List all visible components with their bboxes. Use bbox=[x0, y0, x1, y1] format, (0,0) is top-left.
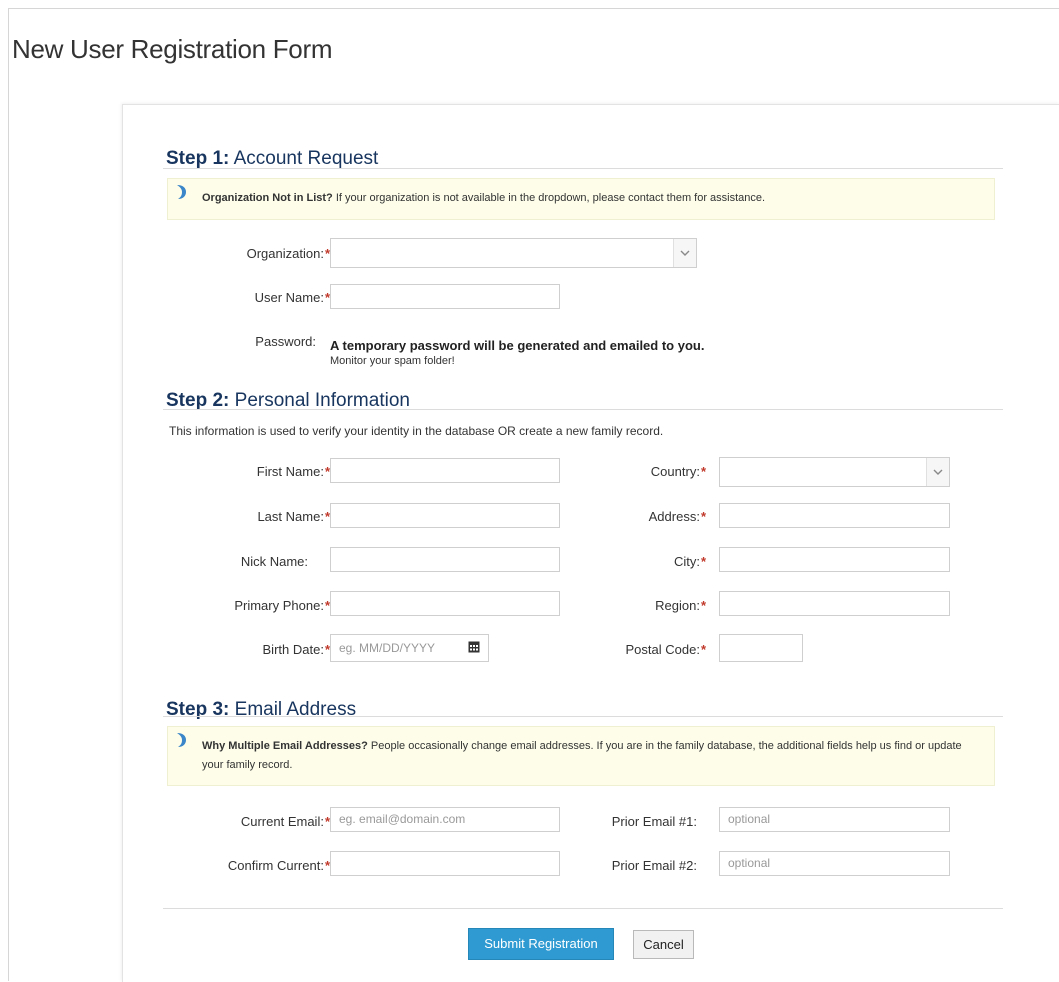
organization-label: Organization:* bbox=[246, 246, 330, 261]
step2-divider bbox=[163, 409, 1003, 410]
step1-heading: Step 1: Account Request bbox=[166, 148, 378, 170]
city-label: City:* bbox=[673, 554, 706, 569]
step1-number: Step 1: bbox=[166, 148, 230, 169]
last-name-label: Last Name:* bbox=[257, 509, 330, 524]
organization-notice-bold: Organization Not in List? bbox=[202, 192, 333, 204]
step3-divider bbox=[163, 716, 1003, 717]
primary-phone-input[interactable] bbox=[330, 591, 560, 616]
city-input[interactable] bbox=[719, 547, 950, 572]
chevron-down-icon bbox=[680, 250, 690, 256]
prior-email2-label: Prior Email #2: bbox=[611, 858, 697, 873]
country-label: Country:* bbox=[650, 464, 706, 479]
submit-registration-button[interactable]: Submit Registration bbox=[468, 928, 614, 960]
info-icon bbox=[177, 185, 186, 199]
current-email-label: Current Email:* bbox=[240, 814, 330, 829]
confirm-current-label: Confirm Current:* bbox=[227, 858, 330, 873]
calendar-icon[interactable] bbox=[468, 640, 480, 653]
password-spam-note: Monitor your spam folder! bbox=[330, 355, 455, 367]
country-select[interactable] bbox=[719, 457, 950, 487]
organization-notice-text: If your organization is not available in… bbox=[332, 192, 766, 204]
step2-title: Personal Information bbox=[234, 390, 410, 411]
postal-code-label: Postal Code:* bbox=[625, 642, 707, 657]
organization-notice: Organization Not in List? If your organi… bbox=[167, 178, 995, 220]
region-input[interactable] bbox=[719, 591, 950, 616]
first-name-label: First Name:* bbox=[256, 464, 330, 479]
step2-number: Step 2: bbox=[166, 390, 230, 411]
postal-code-input[interactable] bbox=[719, 634, 803, 662]
last-name-input[interactable] bbox=[330, 503, 560, 528]
primary-phone-label: Primary Phone:* bbox=[234, 598, 330, 613]
form-footer-divider bbox=[163, 908, 1003, 909]
password-label: Password: bbox=[255, 334, 316, 349]
chevron-down-icon bbox=[933, 469, 943, 475]
country-dropdown-button[interactable] bbox=[926, 458, 949, 486]
info-icon bbox=[177, 733, 186, 747]
address-input[interactable] bbox=[719, 503, 950, 528]
page-title: New User Registration Form bbox=[12, 34, 333, 64]
nick-name-label: Nick Name: bbox=[240, 554, 308, 569]
first-name-input[interactable] bbox=[330, 458, 560, 483]
step2-intro: This information is used to verify your … bbox=[169, 424, 664, 438]
window-frame-left bbox=[8, 8, 9, 981]
cancel-button[interactable]: Cancel bbox=[633, 930, 694, 959]
step3-heading: Step 3: Email Address bbox=[166, 699, 356, 721]
birth-date-input[interactable]: eg. MM/DD/YYYY bbox=[330, 634, 489, 662]
organization-select[interactable] bbox=[330, 238, 697, 268]
username-input[interactable] bbox=[330, 284, 560, 309]
step1-title: Account Request bbox=[233, 148, 379, 169]
region-label: Region:* bbox=[655, 598, 706, 613]
email-notice-bold: Why Multiple Email Addresses? bbox=[202, 740, 368, 752]
current-email-input[interactable]: eg. email@domain.com bbox=[330, 807, 560, 832]
username-label: User Name:* bbox=[254, 290, 330, 305]
prior-email1-label: Prior Email #1: bbox=[611, 814, 697, 829]
step1-divider bbox=[163, 168, 1003, 169]
prior-email2-input[interactable]: optional bbox=[719, 851, 950, 876]
organization-dropdown-button[interactable] bbox=[673, 239, 696, 267]
window-frame-top bbox=[8, 8, 1059, 9]
confirm-current-input[interactable] bbox=[330, 851, 560, 876]
email-notice: Why Multiple Email Addresses? People occ… bbox=[167, 726, 995, 786]
birth-date-label: Birth Date:* bbox=[262, 642, 330, 657]
address-label: Address:* bbox=[648, 509, 706, 524]
nick-name-input[interactable] bbox=[330, 547, 560, 572]
prior-email1-input[interactable]: optional bbox=[719, 807, 950, 832]
password-info: A temporary password will be generated a… bbox=[330, 338, 705, 353]
